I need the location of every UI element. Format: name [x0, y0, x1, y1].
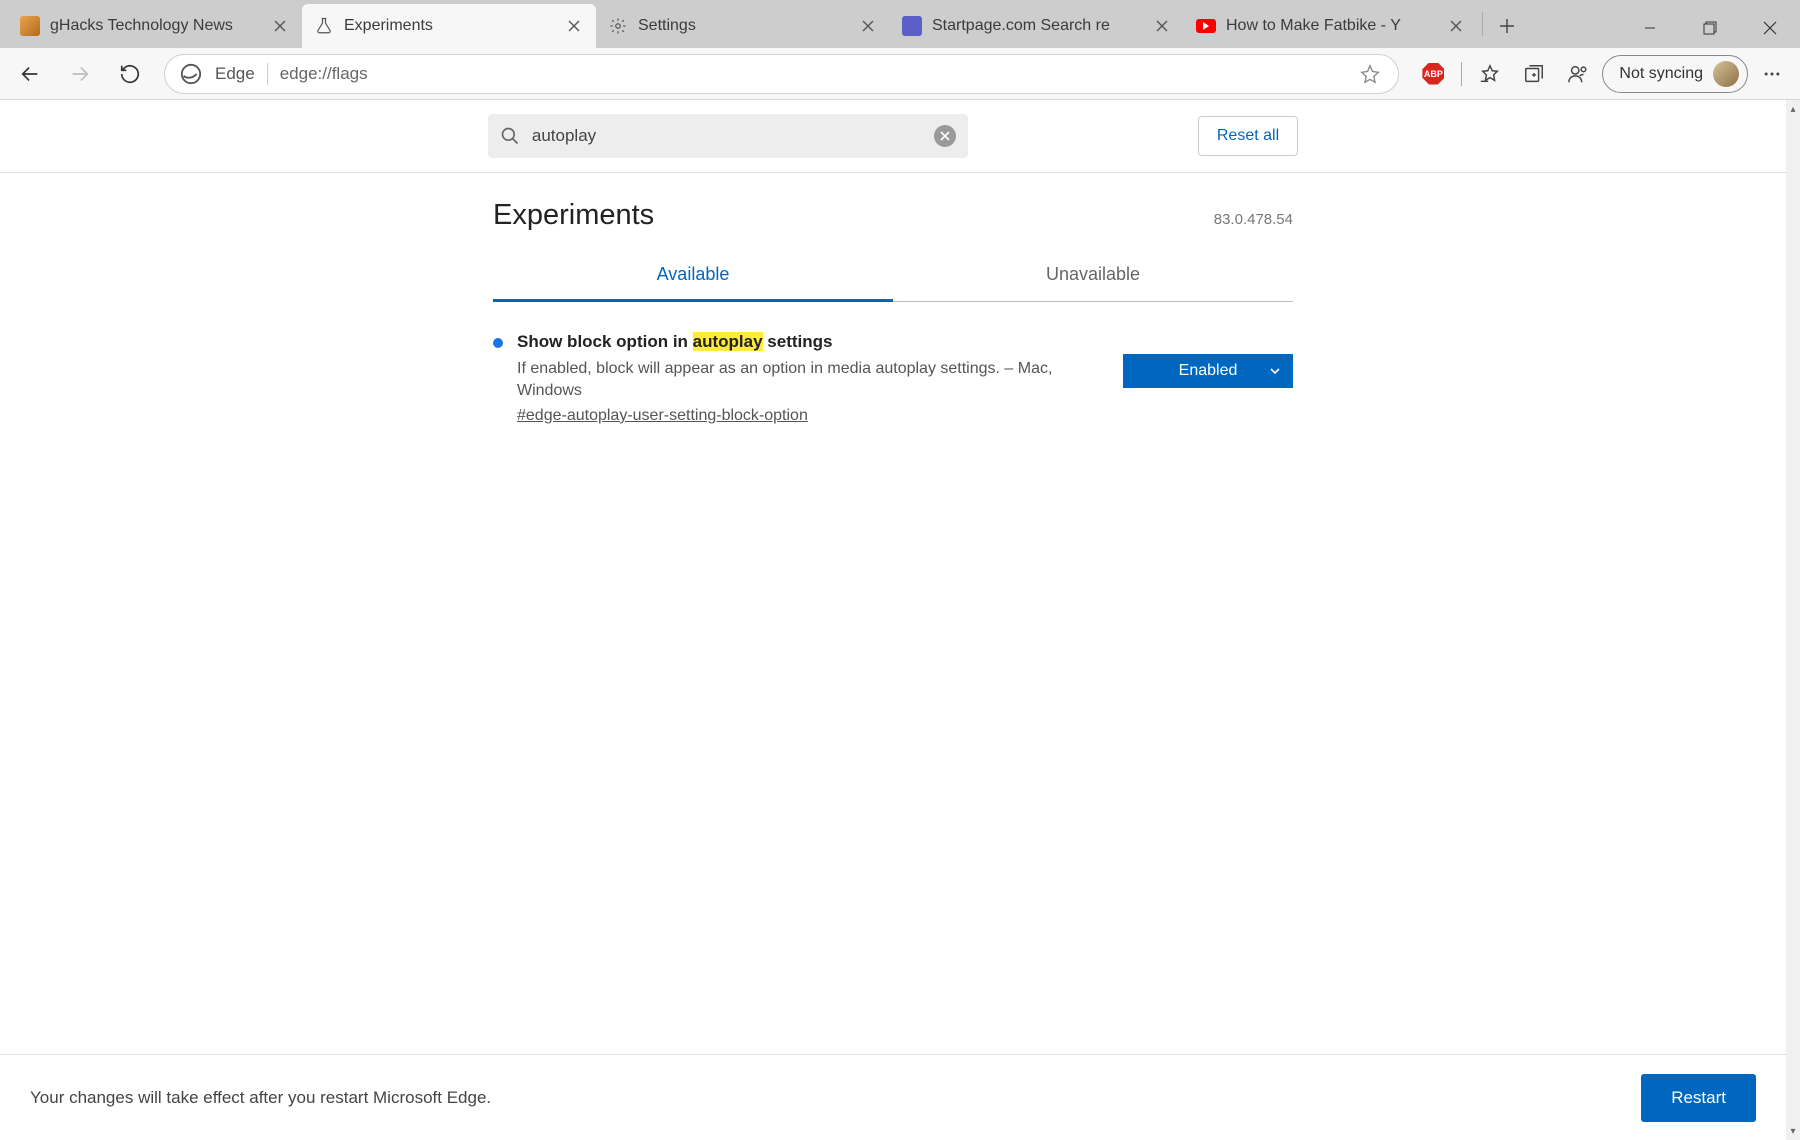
page-content: Reset all Experiments 83.0.478.54 Availa…	[0, 100, 1786, 1140]
page-title: Experiments	[493, 199, 654, 232]
reset-all-button[interactable]: Reset all	[1198, 116, 1298, 156]
tab-title: How to Make Fatbike - Y	[1226, 17, 1436, 35]
sync-status-button[interactable]: Not syncing	[1602, 55, 1748, 93]
flag-state-select[interactable]: Enabled	[1123, 354, 1293, 388]
flag-state-value: Enabled	[1179, 362, 1238, 380]
tab-startpage[interactable]: Startpage.com Search re	[890, 4, 1184, 48]
tab-settings[interactable]: Settings	[596, 4, 890, 48]
footer-message: Your changes will take effect after you …	[30, 1088, 491, 1108]
search-icon	[500, 126, 520, 146]
new-tab-button[interactable]	[1487, 4, 1527, 48]
edge-logo-icon	[179, 62, 203, 86]
flags-search-input[interactable]	[488, 114, 968, 158]
tab-ghacks[interactable]: gHacks Technology News	[8, 4, 302, 48]
modified-dot-icon	[493, 338, 503, 348]
tab-close-button[interactable]	[858, 16, 878, 36]
content-tabs: Available Unavailable	[493, 250, 1293, 302]
flag-description: If enabled, block will appear as an opti…	[517, 358, 1109, 403]
search-row: Reset all	[0, 100, 1786, 173]
tab-close-button[interactable]	[564, 16, 584, 36]
profile-button[interactable]	[1558, 54, 1598, 94]
omnibox-separator	[267, 63, 268, 85]
chevron-down-icon	[1269, 365, 1281, 377]
flag-row: Show block option in autoplay settings I…	[493, 302, 1293, 455]
forward-button[interactable]	[58, 52, 102, 96]
tab-close-button[interactable]	[270, 16, 290, 36]
abp-extension-icon[interactable]: ABP	[1413, 54, 1453, 94]
highlight: autoplay	[693, 332, 763, 351]
restart-footer: Your changes will take effect after you …	[0, 1054, 1786, 1140]
tab-title: gHacks Technology News	[50, 17, 260, 35]
tab-youtube[interactable]: How to Make Fatbike - Y	[1184, 4, 1478, 48]
tab-unavailable[interactable]: Unavailable	[893, 250, 1293, 302]
tab-experiments[interactable]: Experiments	[302, 4, 596, 48]
title-row: Experiments 83.0.478.54	[493, 173, 1293, 250]
window-controls	[1620, 8, 1800, 48]
navigation-bar: Edge edge://flags ABP Not syncing	[0, 48, 1800, 100]
back-button[interactable]	[8, 52, 52, 96]
refresh-button[interactable]	[108, 52, 152, 96]
address-bar[interactable]: Edge edge://flags	[164, 54, 1399, 94]
tab-available[interactable]: Available	[493, 250, 893, 302]
vertical-scrollbar[interactable]: ▴ ▾	[1786, 100, 1800, 1140]
favorite-star-icon[interactable]	[1360, 64, 1384, 84]
scroll-up-icon[interactable]: ▴	[1786, 100, 1800, 118]
version-label: 83.0.478.54	[1214, 211, 1293, 228]
gear-icon	[608, 16, 628, 36]
scroll-down-icon[interactable]: ▾	[1786, 1122, 1800, 1140]
omnibox-label: Edge	[215, 64, 255, 84]
tab-close-button[interactable]	[1152, 16, 1172, 36]
tab-title: Experiments	[344, 17, 554, 35]
title-bar: gHacks Technology News Experiments Setti…	[0, 0, 1800, 48]
tab-title: Startpage.com Search re	[932, 17, 1142, 35]
tab-title: Settings	[638, 17, 848, 35]
profile-avatar-icon	[1713, 61, 1739, 87]
flag-hash-link[interactable]: #edge-autoplay-user-setting-block-option	[517, 407, 808, 425]
restart-button[interactable]: Restart	[1641, 1074, 1756, 1122]
favicon-startpage-icon	[902, 16, 922, 36]
menu-button[interactable]	[1752, 54, 1792, 94]
minimize-button[interactable]	[1620, 8, 1680, 48]
flask-icon	[314, 16, 334, 36]
favicon-youtube-icon	[1196, 16, 1216, 36]
center-column: Experiments 83.0.478.54 Available Unavai…	[493, 173, 1293, 455]
toolbar-right: ABP Not syncing	[1413, 54, 1792, 94]
scroll-track[interactable]	[1786, 118, 1800, 1122]
close-window-button[interactable]	[1740, 8, 1800, 48]
sync-label: Not syncing	[1619, 65, 1703, 83]
collections-button[interactable]	[1514, 54, 1554, 94]
maximize-button[interactable]	[1680, 8, 1740, 48]
toolbar-divider	[1461, 62, 1462, 86]
flag-title: Show block option in autoplay settings	[517, 332, 1109, 352]
omnibox-url: edge://flags	[280, 64, 1349, 84]
clear-search-button[interactable]	[934, 125, 956, 147]
favorites-button[interactable]	[1470, 54, 1510, 94]
search-field-wrap	[488, 114, 968, 158]
favicon-ghacks-icon	[20, 16, 40, 36]
tab-divider	[1482, 12, 1483, 36]
flag-text: Show block option in autoplay settings I…	[517, 332, 1109, 425]
tab-close-button[interactable]	[1446, 16, 1466, 36]
tab-strip: gHacks Technology News Experiments Setti…	[0, 0, 1527, 48]
